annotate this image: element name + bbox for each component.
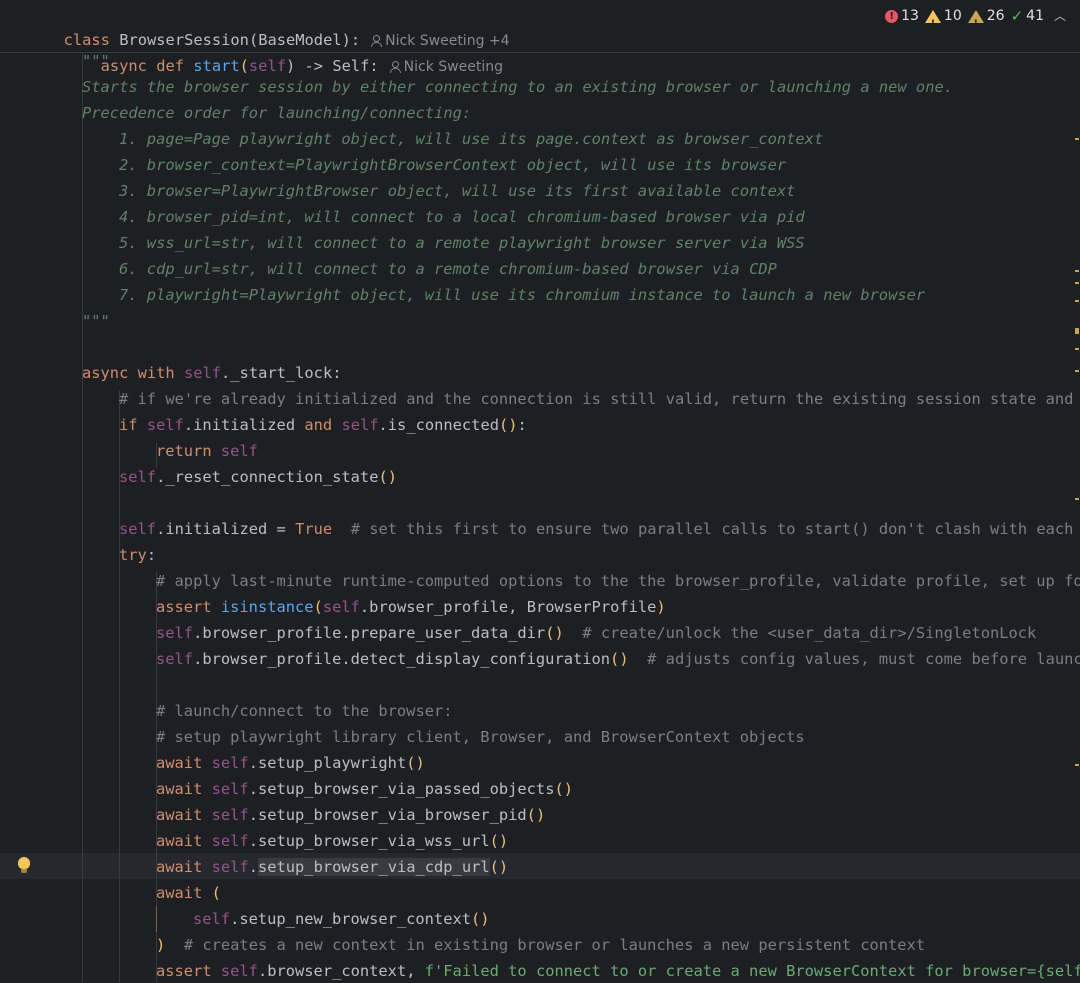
- sticky-class-line[interactable]: class BrowserSession(BaseModel): Nick Swe…: [8, 1, 510, 49]
- code-line: async with self._start_lock:: [82, 364, 342, 382]
- code-line: self.initialized = True # set this first…: [119, 516, 1080, 542]
- stripe-mark[interactable]: [1075, 370, 1079, 372]
- code-editor[interactable]: """ Starts the browser session by either…: [0, 0, 1080, 983]
- docstring-close: """: [82, 312, 110, 330]
- weak-warnings-count[interactable]: 26: [967, 4, 1005, 36]
- string-literal: f'Failed to connect to or create a new B…: [424, 962, 1080, 980]
- code-line: """: [82, 308, 110, 334]
- code-line: self.browser_profile.prepare_user_data_d…: [156, 624, 1037, 642]
- errors-count[interactable]: ! 13: [885, 4, 919, 28]
- keyword: async with: [82, 364, 184, 382]
- code-line: 5. wss_url=str, will connect to a remote…: [119, 230, 805, 256]
- docstring-item: 2. browser_context=PlaywrightBrowserCont…: [119, 156, 787, 174]
- code-line: 1. page=Page playwright object, will use…: [119, 126, 823, 152]
- stripe-mark[interactable]: [1075, 498, 1079, 500]
- code-line: assert self.browser_context, f'Failed to…: [156, 958, 1080, 983]
- identifier-highlight: setup_browser_via_cdp_url: [257, 858, 490, 876]
- docstring-item: 1. page=Page playwright object, will use…: [119, 130, 824, 148]
- code-line: 2. browser_context=PlaywrightBrowserCont…: [119, 152, 786, 178]
- code-line: await self.setup_browser_via_wss_url(): [156, 832, 509, 850]
- code-comment: # if we're already initialized and the c…: [119, 390, 1080, 408]
- stripe-mark[interactable]: [1075, 328, 1079, 334]
- code-line: 7. playwright=Playwright object, will us…: [119, 282, 925, 308]
- code-line: await self.setup_browser_via_browser_pid…: [156, 806, 546, 824]
- code-line: 3. browser=PlaywrightBrowser object, wil…: [119, 178, 795, 204]
- error-icon: !: [885, 9, 899, 23]
- code-comment: # setup playwright library client, Brows…: [156, 728, 805, 746]
- code-comment: # apply last-minute runtime-computed opt…: [156, 572, 1080, 590]
- docstring-item: 3. browser=PlaywrightBrowser object, wil…: [119, 182, 796, 200]
- docstring-item: 7. playwright=Playwright object, will us…: [119, 286, 926, 304]
- person-icon: [389, 61, 401, 73]
- code-line: self.browser_profile.detect_display_conf…: [156, 646, 1080, 672]
- code-line: # if we're already initialized and the c…: [119, 386, 1080, 412]
- lightbulb-icon[interactable]: [18, 857, 30, 873]
- code-line: self._reset_connection_state(): [119, 468, 398, 486]
- docstring-item: 5. wss_url=str, will connect to a remote…: [119, 234, 805, 252]
- code-line: # apply last-minute runtime-computed opt…: [156, 568, 1080, 594]
- indent-guide: [82, 52, 83, 983]
- stripe-mark[interactable]: [1075, 764, 1079, 766]
- chevron-up-icon[interactable]: ︿: [1054, 4, 1066, 28]
- error-stripe[interactable]: [1074, 52, 1080, 983]
- author-hint[interactable]: Nick Sweeting: [389, 59, 503, 75]
- code-line: Precedence order for launching/connectin…: [82, 100, 471, 126]
- stripe-mark[interactable]: [1075, 138, 1079, 140]
- warnings-count[interactable]: 10: [924, 4, 962, 36]
- code-line: # setup playwright library client, Brows…: [156, 724, 805, 750]
- inspection-widget[interactable]: !13 10 26 ✓41 ︿: [885, 4, 1066, 36]
- code-line: await (: [156, 884, 221, 902]
- code-comment: # create/unlock the <user_data_dir>/Sing…: [582, 624, 1037, 642]
- stripe-mark[interactable]: [1075, 300, 1079, 302]
- code-line: await self.setup_playwright(): [156, 754, 425, 772]
- typo-check-icon: ✓: [1010, 7, 1024, 25]
- docstring-item: 4. browser_pid=int, will connect to a lo…: [119, 208, 805, 226]
- code-comment: # launch/connect to the browser:: [156, 702, 453, 720]
- docstring-item: 6. cdp_url=str, will connect to a remote…: [119, 260, 777, 278]
- typos-count[interactable]: ✓ 41: [1011, 4, 1044, 28]
- code-line: 4. browser_pid=int, will connect to a lo…: [119, 204, 805, 230]
- stripe-mark[interactable]: [1075, 348, 1079, 350]
- stripe-mark[interactable]: [1075, 270, 1079, 272]
- code-line: if self.initialized and self.is_connecte…: [119, 416, 527, 434]
- code-comment: # creates a new context in existing brow…: [183, 936, 926, 954]
- code-line: # launch/connect to the browser:: [156, 698, 453, 724]
- indent-guide: [156, 906, 157, 932]
- code-line: await self.setup_browser_via_passed_obje…: [156, 780, 574, 798]
- code-line: 6. cdp_url=str, will connect to a remote…: [119, 256, 777, 282]
- code-line: assert isinstance(self.browser_profile, …: [156, 598, 666, 616]
- code-comment: # adjusts config values, must come befor…: [647, 650, 1080, 668]
- code-line: ) # creates a new context in existing br…: [156, 936, 926, 954]
- code-line-current: await self.setup_browser_via_cdp_url(): [156, 858, 509, 876]
- def-signature: async def start(self) -> Self:: [100, 57, 379, 75]
- code-comment: # set this first to ensure two parallel …: [350, 520, 1080, 538]
- code-line: self.setup_new_browser_context(): [193, 910, 490, 928]
- author-name: Nick Sweeting: [403, 59, 503, 75]
- stripe-mark[interactable]: [1075, 282, 1079, 284]
- self-keyword: self: [183, 364, 222, 382]
- warning-icon: [924, 9, 941, 36]
- code-line: try:: [119, 546, 157, 564]
- weak-warning-icon: [967, 9, 984, 36]
- sticky-def-line[interactable]: async def start(self) -> Self: Nick Sweet…: [45, 27, 503, 75]
- docstring-text: Precedence order for launching/connectin…: [82, 104, 472, 122]
- docstring-text: Starts the browser session by either con…: [82, 78, 953, 96]
- code-line: return self: [156, 442, 258, 460]
